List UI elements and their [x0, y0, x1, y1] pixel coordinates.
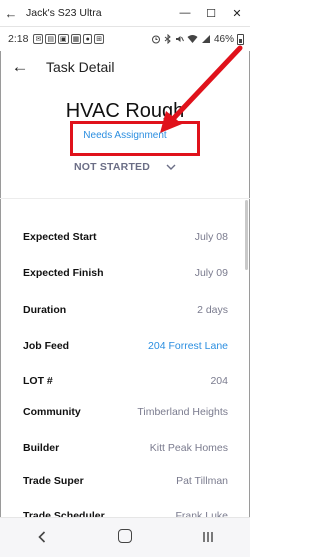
minimize-icon[interactable]: —	[172, 7, 198, 19]
task-title: HVAC Rough	[65, 100, 185, 122]
detail-value: 2 days	[197, 304, 228, 316]
alarm-icon	[151, 35, 160, 44]
detail-value: July 08	[194, 231, 228, 243]
window-title-bar: ← Jack's S23 Ultra — ☐ ✕	[0, 0, 250, 27]
detail-label: LOT #	[23, 375, 53, 387]
battery-percent: 46%	[213, 33, 234, 45]
detail-value: Timberland Heights	[137, 406, 228, 418]
android-nav-bar	[0, 517, 250, 557]
notification-icon: ▦	[70, 34, 82, 44]
notification-icon: ⊞	[94, 34, 105, 44]
scrollbar[interactable]	[245, 200, 248, 270]
mute-icon	[175, 36, 184, 42]
detail-value: Pat Tillman	[176, 475, 228, 487]
page-title: Task Detail	[46, 59, 115, 75]
detail-value: July 09	[194, 267, 228, 279]
notification-icon: ✉	[33, 34, 44, 44]
detail-row-job-feed: Job Feed 204 Forrest Lane	[0, 328, 250, 364]
detail-value: 204	[210, 375, 228, 387]
notification-icon: ▣	[57, 34, 69, 44]
status-time: 2:18	[8, 33, 29, 45]
detail-label: Duration	[23, 304, 67, 316]
notification-icon: ●	[83, 34, 93, 44]
close-icon[interactable]: ✕	[224, 7, 250, 20]
status-value: NOT STARTED	[73, 161, 151, 173]
back-arrow-icon[interactable]: ←	[0, 57, 40, 77]
notification-icon: ▤	[45, 34, 56, 44]
maximize-icon[interactable]: ☐	[198, 7, 224, 20]
detail-row-builder: Builder Kitt Peak Homes	[0, 430, 250, 466]
detail-row-expected-start: Expected Start July 08	[0, 219, 250, 255]
divider	[0, 198, 250, 199]
window-title: Jack's S23 Ultra	[26, 7, 102, 19]
detail-label: Builder	[23, 442, 60, 454]
app-bar: ← Task Detail	[0, 51, 250, 83]
battery-icon	[237, 33, 244, 45]
detail-label: Community	[23, 406, 81, 418]
notification-icons: ✉ ▤ ▣ ▦ ● ⊞	[33, 34, 105, 44]
nav-back-icon[interactable]	[17, 530, 67, 546]
detail-row-community: Community Timberland Heights	[0, 394, 250, 430]
detail-label: Expected Start	[23, 231, 97, 243]
bluetooth-icon	[164, 34, 171, 44]
detail-row-expected-finish: Expected Finish July 09	[0, 255, 250, 291]
window-back-icon[interactable]: ←	[0, 6, 22, 21]
detail-label: Expected Finish	[23, 267, 104, 279]
detail-row-duration: Duration 2 days	[0, 292, 250, 328]
annotation-highlight-box	[70, 121, 200, 156]
status-dropdown[interactable]: NOT STARTED	[0, 161, 250, 173]
wifi-icon	[187, 35, 198, 43]
job-feed-link[interactable]: 204 Forrest Lane	[148, 340, 228, 352]
detail-label: Trade Super	[23, 475, 84, 487]
detail-label: Job Feed	[23, 340, 70, 352]
detail-value: Kitt Peak Homes	[149, 442, 228, 454]
signal-icon	[201, 35, 210, 43]
chevron-down-icon	[166, 164, 176, 170]
system-status-icons: 46%	[151, 33, 244, 45]
nav-home-icon[interactable]	[100, 529, 150, 546]
nav-recents-icon[interactable]	[183, 530, 233, 546]
detail-row-trade-super: Trade Super Pat Tillman	[0, 463, 250, 499]
status-bar: 2:18 ✉ ▤ ▣ ▦ ● ⊞ 46%	[0, 27, 250, 51]
